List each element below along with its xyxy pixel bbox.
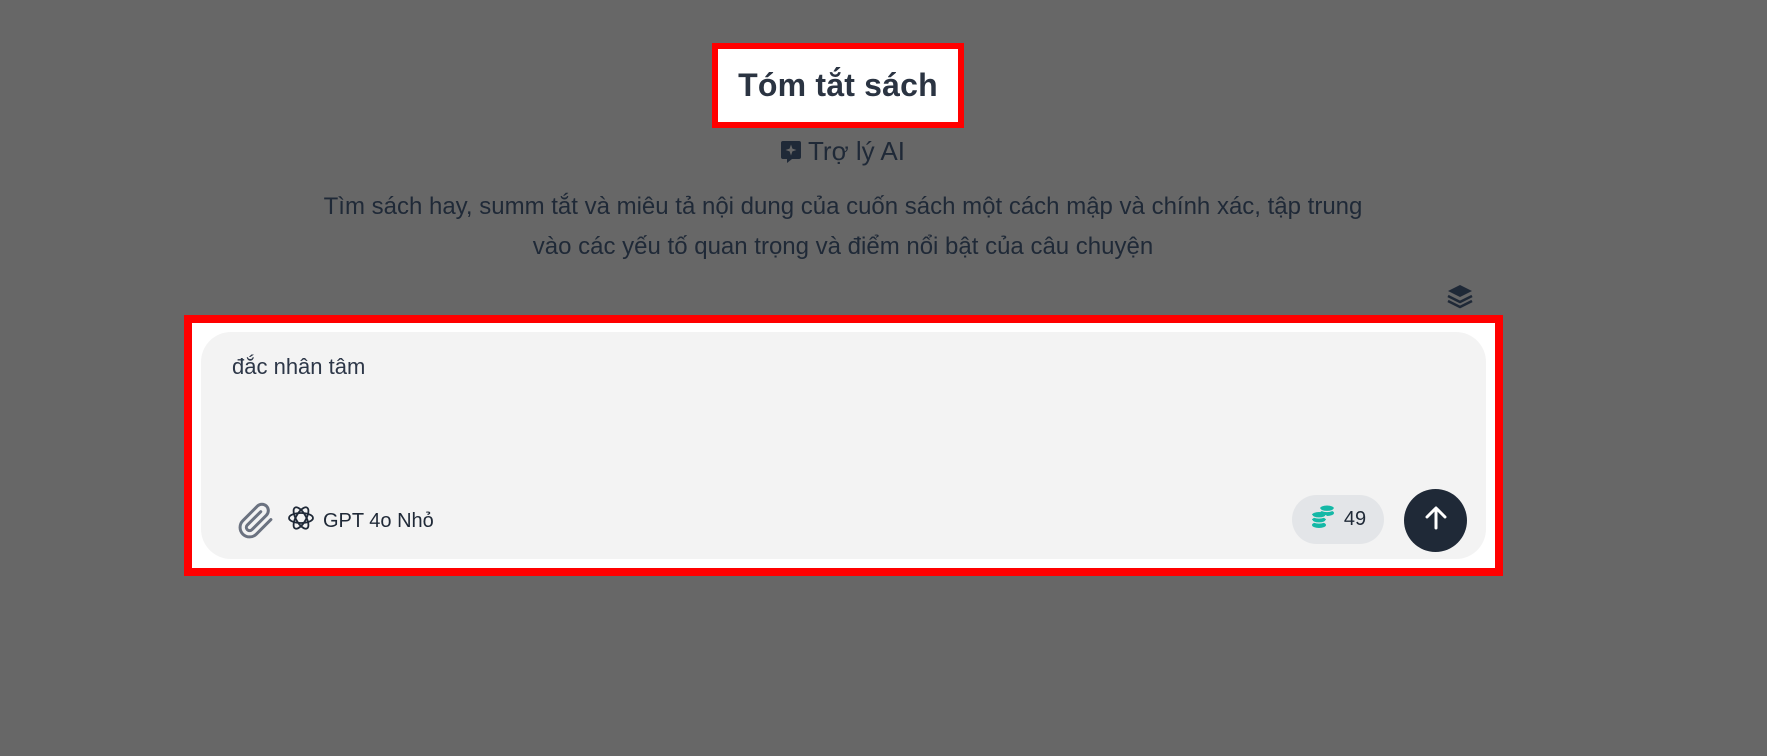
composer-card: đắc nhân tâm GPT 4o Nhỏ 49 xyxy=(201,332,1486,559)
prompt-input[interactable]: đắc nhân tâm xyxy=(232,354,1332,380)
model-selector[interactable]: GPT 4o Nhỏ xyxy=(285,503,434,539)
openai-logo-icon xyxy=(285,502,317,540)
assistant-label: Trợ lý AI xyxy=(808,136,905,166)
send-button[interactable] xyxy=(1404,489,1467,552)
composer-highlight: đắc nhân tâm GPT 4o Nhỏ 49 xyxy=(184,315,1503,576)
arrow-up-icon xyxy=(1422,504,1450,537)
credits-count: 49 xyxy=(1343,508,1367,530)
page-description: Tìm sách hay, summ tắt và miêu tả nội du… xyxy=(240,187,1446,267)
assistant-tag: Trợ lý AI xyxy=(0,136,1685,167)
layers-icon[interactable] xyxy=(1445,282,1475,312)
paperclip-icon xyxy=(237,502,275,544)
attach-button[interactable] xyxy=(237,502,275,540)
title-box: Tóm tắt sách xyxy=(712,43,964,128)
page-title: Tóm tắt sách xyxy=(738,67,938,103)
coins-icon xyxy=(1310,504,1336,536)
model-label: GPT 4o Nhỏ xyxy=(323,509,434,532)
description-line-2: vào các yếu tố quan trọng và điểm nổi bậ… xyxy=(532,233,1154,260)
credits-badge: 49 xyxy=(1292,495,1384,544)
sparkle-bubble-icon xyxy=(780,140,802,164)
description-line-1: Tìm sách hay, summ tắt và miêu tả nội du… xyxy=(323,193,1363,220)
